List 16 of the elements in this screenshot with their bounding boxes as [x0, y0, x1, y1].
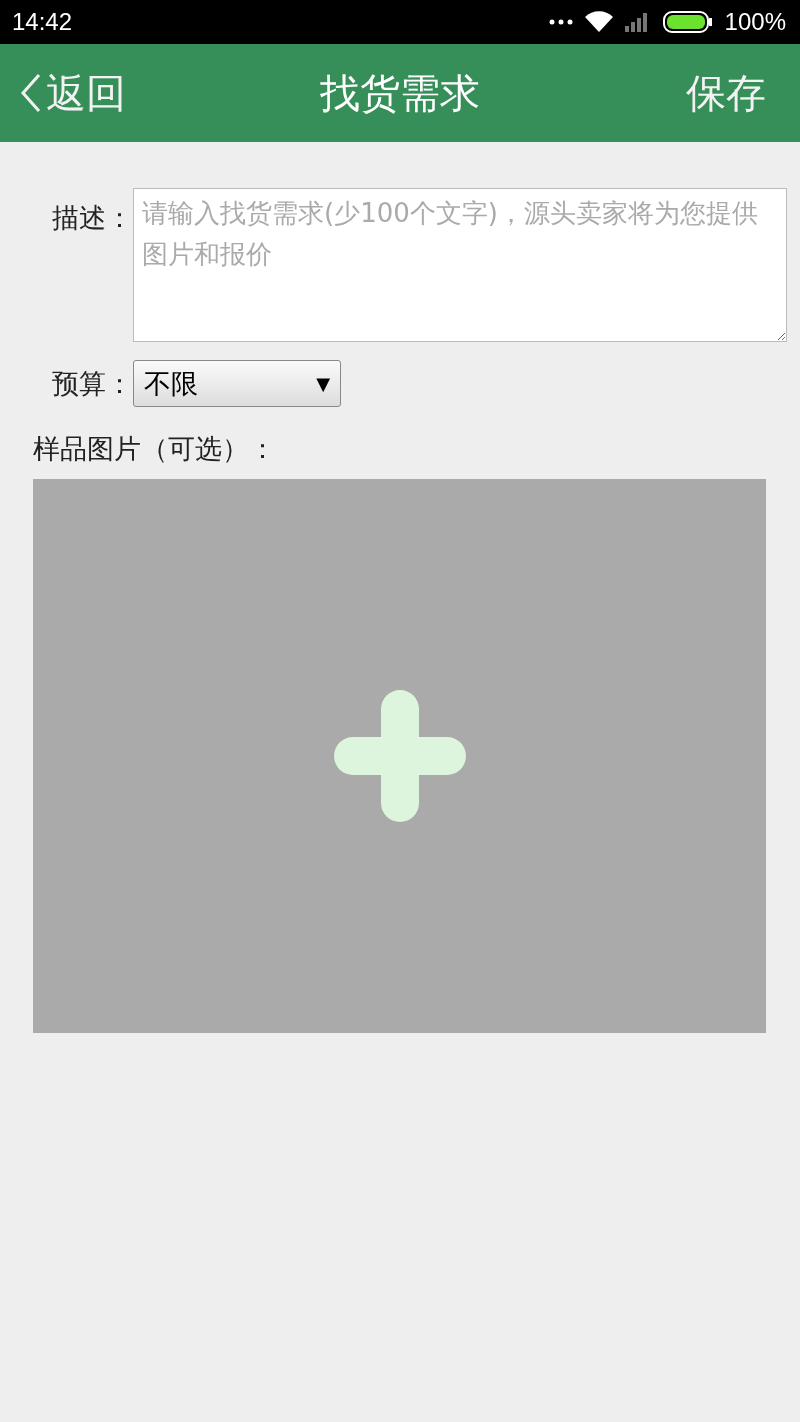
plus-icon: [332, 689, 467, 823]
status-time: 14:42: [12, 8, 73, 36]
back-chevron-icon: [20, 73, 42, 113]
description-label: 描述：: [51, 201, 133, 235]
sample-images-label: 样品图片（可选）：: [33, 432, 277, 466]
more-icon: [548, 19, 573, 25]
battery-icon: [662, 11, 713, 33]
budget-label: 预算：: [51, 366, 133, 401]
page-title: 找货需求: [320, 69, 480, 116]
add-image-area[interactable]: [33, 479, 766, 1033]
back-button[interactable]: 返回: [20, 65, 126, 121]
budget-dropdown[interactable]: 不限 ▼: [133, 360, 341, 407]
wifi-icon: [584, 11, 613, 33]
battery-percent: 100%: [724, 8, 786, 36]
description-field[interactable]: 请输入找货需求(少100个文字)，源头卖家将为您提供图片和报价: [133, 188, 787, 342]
save-button[interactable]: 保存: [686, 65, 766, 121]
